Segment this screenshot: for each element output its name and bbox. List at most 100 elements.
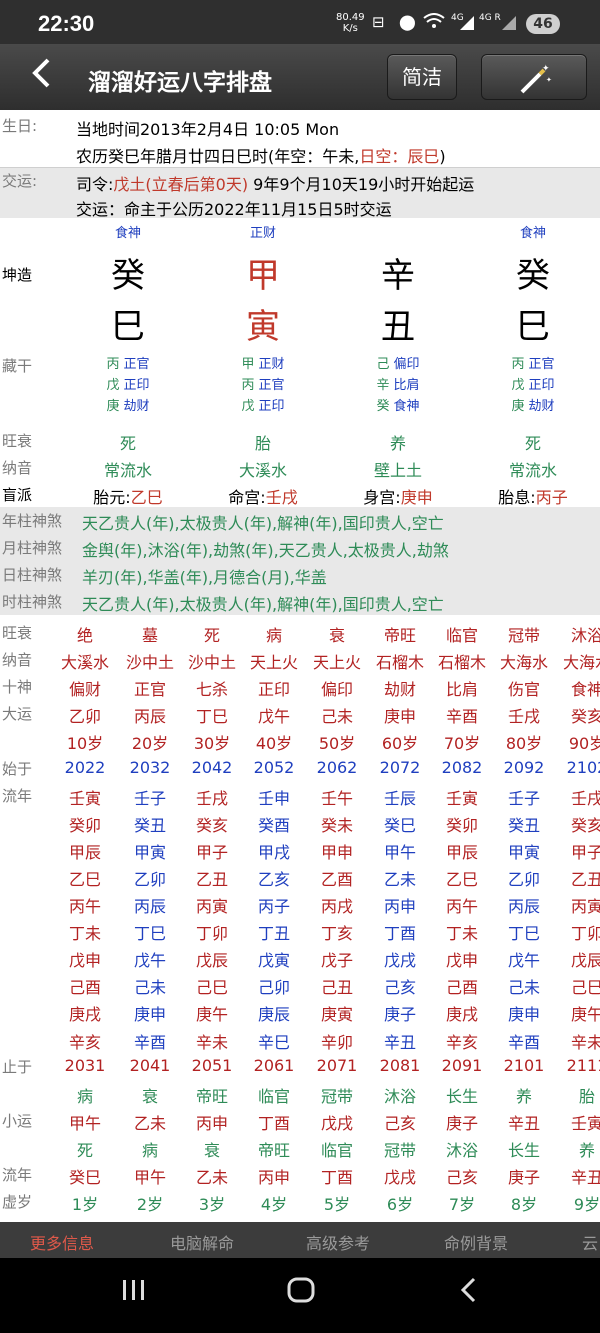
liunian-pillar: 甲辰 [68,842,101,862]
day-branch: 丑 [381,307,415,347]
dayun-row-label: 止于 [2,1057,33,1076]
dayun-row-label: 始于 [2,759,33,778]
taiyuan-value: 乙巳 [130,488,163,507]
tab-computer-reading[interactable]: 电脑解命 [170,1230,234,1254]
mangpai-label: 盲派 [2,486,33,504]
canggan-god: 正官 [123,357,150,372]
dayun-row-label: 流年 [2,786,33,805]
canggan-column: 甲正财丙正官戊正印 [218,354,308,417]
siling-start: 9年9个月10天19小时开始起运 [248,175,475,194]
wangshuai-value: 胎 [254,434,271,453]
recent-apps-icon[interactable] [120,1276,148,1311]
canggan-god: 劫财 [123,399,150,414]
dayun-row-label: 流年 [2,1166,33,1184]
dayun-row-label: 旺衰 [2,624,33,642]
dayun-row-label: 纳音 [2,651,33,670]
tab-advanced-reference[interactable]: 高级参考 [306,1230,370,1254]
solar-datetime: 当地时间2013年2月4日 10:05 Mon [76,120,340,139]
dayun-end-year: 2111 [566,1055,600,1075]
dayun-wangshuai: 绝 [76,626,93,645]
liunian-pillar: 壬戌 [570,788,600,808]
canggan-god: 食神 [393,399,420,414]
taiyuan: 胎元:乙巳 [83,484,173,508]
liunian-pillar: 壬寅 [68,788,101,808]
canggan-item: 己偏印 [353,354,443,375]
status-time: 22:30 [38,11,95,36]
net-speed-value: 80.49 [336,12,365,23]
day-stem: 辛 [381,256,415,296]
home-icon[interactable] [286,1276,316,1311]
lunar-datetime: 农历癸巳年腊月廿四日巳时(年空：午未,日空：辰巳) [76,143,446,167]
signal-bars-icon-2 [502,16,516,34]
canggan-god: 正官 [528,357,555,372]
canggan-god: 劫财 [528,399,555,414]
liunian-pillar: 庚戌 [68,1005,101,1025]
net-speed-unit: K/s [342,23,358,34]
magic-wand-icon: ✦ ✦ [514,64,554,93]
liunian-pillar: 丁未 [68,924,101,944]
canggan-god: 正印 [528,378,555,393]
signal-4g-label-2: 4G R [479,13,501,23]
canggan-item: 甲正财 [218,354,308,375]
canggan-item: 庚劫财 [488,396,578,417]
liunian-pillar: 己巳 [570,978,600,998]
liunian-pillar: 己酉 [68,978,101,998]
canggan-item: 丙正官 [218,375,308,396]
canggan-column: 丙正官戊正印庚劫财 [83,354,173,417]
system-back-icon[interactable] [458,1276,480,1311]
network-speed: 80.49 K/s [336,12,365,34]
back-arrow-icon[interactable] [28,56,54,97]
nayin-value: 壁上土 [373,461,422,480]
pillar-god: 食神 [114,226,141,241]
xiaoyun-wangshuai-2: 养 [578,1140,595,1160]
canggan-stem: 辛 [376,378,390,393]
dayun-start-year: 2022 [64,757,106,777]
xiaoyun-liunian: 辛丑 [570,1168,600,1187]
page-title: 溜溜好运八字排盘 [88,70,272,96]
dayun-age: 10岁 [66,734,104,754]
month-branch: 寅 [246,307,280,347]
canggan-stem: 戊 [241,399,255,414]
canggan-god: 正印 [123,378,150,393]
jiaoyun-line: 交运：命主于公历2022年11月15日5时交运 [76,200,392,219]
dayun-wangshuai: 沐浴 [570,626,600,645]
magic-wand-button[interactable]: ✦ ✦ [481,54,587,100]
liunian-pillar: 辛亥 [68,1032,101,1052]
wifi-icon [423,13,445,32]
shensha-label: 月柱神煞 [2,539,63,557]
canggan-item: 戊正印 [83,375,173,396]
dayun-table: 旺衰绝墓死病衰帝旺 临官 冠带 沐浴 纳音 大溪水 沙中土 沙中土 天上火 天上火 石榴木 石榴木 大海… [0,618,600,1222]
shensha-section: 年柱神煞 天乙贵人(年),太极贵人(年),解神(年),国印贵人,空亡 月柱神煞 … [0,507,600,615]
tab-more-info[interactable]: 更多信息 [30,1230,94,1254]
location-icon: ⬤ [399,13,416,31]
tab-cloud[interactable]: 云 [582,1230,598,1254]
tab-case-background[interactable]: 命例背景 [444,1230,508,1254]
canggan-god: 正印 [258,399,285,414]
taixi-label: 胎息: [498,488,536,507]
simple-view-button[interactable]: 简洁 [387,54,457,100]
hour-branch: 巳 [516,307,550,347]
canggan-item: 戊正印 [488,375,578,396]
system-nav-bar [0,1258,600,1333]
taiyuan-label: 胎元: [93,488,131,507]
liunian-pillar: 庚午 [570,1005,600,1025]
dayun-shishen: 食神 [570,680,600,700]
bottom-tab-bar: 更多信息 电脑解命 高级参考 命例背景 云 [0,1222,600,1258]
year-stem: 癸 [111,256,145,296]
dayun-end-year: 2031 [64,1055,106,1075]
dayun-age: 90岁 [568,734,600,754]
jiaoyun-label: 交运: [2,172,38,190]
xiaoyun-wangshuai: 病 [76,1086,93,1106]
nayin-label: 纳音 [2,459,33,477]
birth-label: 生日: [2,117,38,135]
shensha-text: 金舆(年),沐浴(年),劫煞(年),天乙贵人,太极贵人,劫煞 [82,541,449,560]
liunian-pillar: 乙丑 [570,869,600,889]
siling-line: 司令:戊土(立春后第0天) 9年9个月10天19小时开始起运 [76,171,474,195]
nayin-value: 常流水 [508,461,557,480]
canggan-stem: 甲 [241,357,255,372]
dayun-row-label: 大运 [2,705,33,724]
canggan-stem: 癸 [376,399,390,414]
birth-info: 生日: 当地时间2013年2月4日 10:05 Mon 农历癸巳年腊月廿四日巳时… [0,112,600,166]
dayun-row-label: 十神 [2,678,33,697]
nayin-value: 大溪水 [238,461,287,480]
